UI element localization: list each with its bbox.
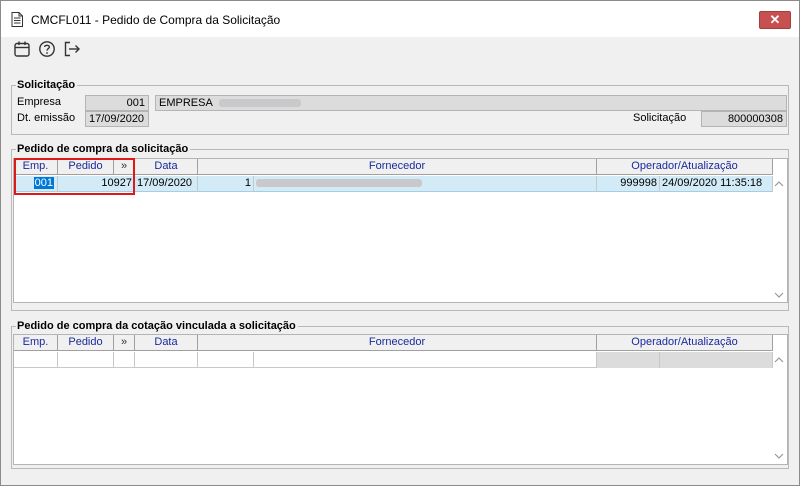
pedido-cotacao-grid[interactable]: Emp. Pedido » Data Fornecedor Operador/A… [13,334,788,465]
window-title: CMCFL011 - Pedido de Compra da Solicitaç… [31,13,281,27]
pedido-solicitacao-grid[interactable]: Emp. Pedido » Data Fornecedor Operador/A… [13,158,788,303]
pedido-solicitacao-group-title: Pedido de compra da solicitação [16,143,191,155]
empresa-label: Empresa [17,96,62,108]
col-header-operador[interactable]: Operador/Atualização [597,335,773,351]
scroll-down-icon[interactable] [774,452,784,460]
highlight-box [14,158,135,195]
solicitacao-number-label: Solicitação [633,112,687,124]
exit-icon[interactable] [63,40,81,58]
col-header-data[interactable]: Data [135,159,198,175]
row-expand-cell[interactable] [114,352,135,368]
col-header-operador[interactable]: Operador/Atualização [597,159,773,175]
help-icon[interactable] [38,40,56,58]
col-header-fornecedor[interactable]: Fornecedor [198,159,597,175]
empresa-code-field[interactable]: 001 [85,95,149,111]
table-row[interactable] [14,352,773,368]
row-forn-code-cell[interactable] [198,352,254,368]
row-emp-cell[interactable] [14,352,58,368]
row-pedido-cell[interactable] [58,352,114,368]
pedido-cotacao-group-title: Pedido de compra da cotação vinculada a … [16,320,298,332]
col-header-expand[interactable]: » [114,335,135,351]
window: CMCFL011 - Pedido de Compra da Solicitaç… [0,0,800,486]
close-button[interactable]: ✕ [759,11,791,29]
solicitacao-group-title: Solicitação [16,79,78,91]
row-data-cell[interactable]: 17/09/2020 [135,176,198,192]
row-operador-cell[interactable] [597,352,660,368]
col-header-pedido[interactable]: Pedido [58,335,114,351]
close-icon: ✕ [769,12,781,27]
calendar-icon[interactable] [13,40,31,58]
dt-emissao-label: Dt. emissão [17,112,76,124]
title-bar: CMCFL011 - Pedido de Compra da Solicitaç… [1,1,799,37]
document-icon [11,12,23,27]
empresa-name-field[interactable]: EMPRESA [155,95,787,111]
dt-emissao-field[interactable]: 17/09/2020 [85,111,149,127]
col-header-fornecedor[interactable]: Fornecedor [198,335,597,351]
scroll-up-icon[interactable] [774,180,784,188]
scroll-down-icon[interactable] [774,291,784,299]
row-forn-name-cell[interactable] [254,176,597,192]
scroll-up-icon[interactable] [774,356,784,364]
col-header-data[interactable]: Data [135,335,198,351]
row-operador-cell[interactable]: 999998 [597,176,660,192]
empresa-name-text: EMPRESA [159,97,213,109]
row-atualizacao-cell[interactable] [660,352,773,368]
col-header-emp[interactable]: Emp. [14,335,58,351]
row-data-cell[interactable] [135,352,198,368]
row-atualizacao-cell[interactable]: 24/09/2020 11:35:18 [660,176,773,192]
row-forn-name-cell[interactable] [254,352,597,368]
row-forn-code-cell[interactable]: 1 [198,176,254,192]
solicitacao-number-field[interactable]: 800000308 [701,111,787,127]
